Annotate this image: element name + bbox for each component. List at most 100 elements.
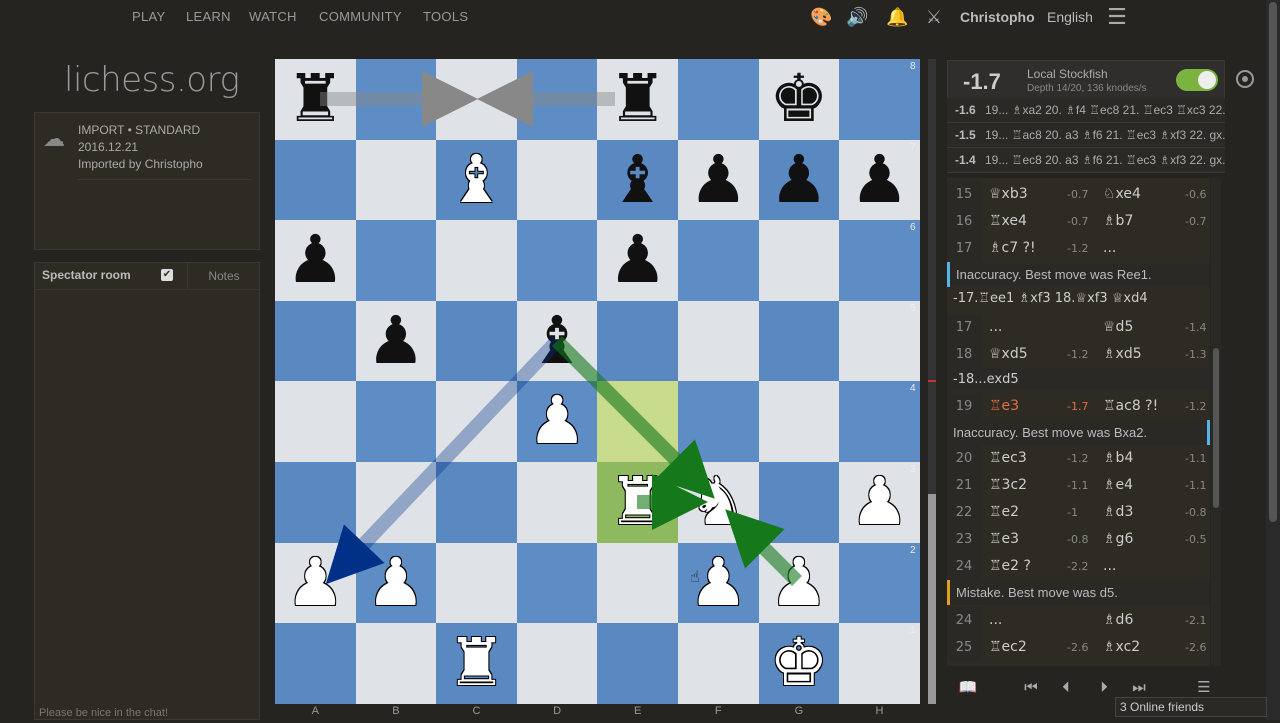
square-a1[interactable] [275, 623, 356, 704]
square-f5[interactable] [678, 300, 759, 382]
square-a5[interactable] [275, 300, 356, 382]
square-e1[interactable] [597, 623, 678, 704]
tab-notes[interactable]: Notes [187, 263, 260, 289]
book-icon[interactable]: 📖 [957, 676, 979, 698]
move-list-scrollbar[interactable] [1211, 178, 1221, 666]
language-selector[interactable]: English [1047, 9, 1093, 25]
black-move[interactable]: ♗g6 [1103, 526, 1133, 553]
square-g5[interactable] [758, 300, 840, 382]
piece-e3[interactable]: ♜ [597, 462, 678, 543]
square-e2[interactable] [597, 542, 678, 624]
square-e5[interactable] [597, 300, 678, 382]
white-move[interactable]: ♖ec3 [989, 445, 1027, 472]
square-h5[interactable] [839, 300, 920, 382]
square-c3[interactable] [436, 462, 517, 543]
black-move[interactable]: ♗d6 [1103, 607, 1133, 634]
black-move[interactable]: ♗b4 [1103, 445, 1133, 472]
black-move[interactable]: ... [1103, 553, 1116, 580]
square-a4[interactable] [275, 381, 356, 462]
square-d6[interactable] [516, 220, 598, 301]
white-move[interactable]: ♕xd5 [989, 341, 1028, 368]
square-f4[interactable] [678, 381, 759, 462]
page-scroll-thumb[interactable] [1269, 2, 1277, 522]
sound-icon[interactable]: 🔊 [846, 8, 868, 28]
square-b1[interactable] [355, 623, 437, 704]
square-g6[interactable] [758, 220, 840, 301]
square-c8[interactable] [436, 59, 517, 140]
square-g3[interactable] [758, 462, 840, 543]
square-d1[interactable] [516, 623, 598, 704]
white-move[interactable]: ♖e3 [989, 526, 1019, 553]
black-move[interactable]: ♕d5 [1103, 314, 1133, 341]
chat-input[interactable]: Please be nice in the chat! [35, 707, 259, 723]
black-move[interactable]: ♘xe4 [1103, 181, 1141, 208]
pv-line[interactable]: -1.5 19... ♖ac8 20. a3 ♗f6 21. ♖ec3 ♗xf3 … [947, 123, 1225, 148]
piece-g8[interactable]: ♚ [759, 59, 840, 140]
square-b3[interactable] [355, 462, 437, 543]
pv-line[interactable]: -1.4 19... ♖ec8 20. a3 ♗f6 21. ♖ec3 ♗xf3 … [947, 148, 1225, 173]
square-a3[interactable] [275, 462, 356, 543]
piece-a2[interactable]: ♟ [275, 543, 356, 624]
piece-h7[interactable]: ♟ [839, 140, 920, 221]
square-h4[interactable] [839, 381, 920, 462]
white-move[interactable]: ♖e2 [989, 499, 1019, 526]
black-move[interactable]: ♗xc2 [1103, 634, 1140, 661]
square-g4[interactable] [758, 381, 840, 462]
piece-a6[interactable]: ♟ [275, 220, 356, 301]
crosshair-icon[interactable] [1236, 70, 1254, 88]
black-move[interactable]: ♗b7 [1103, 208, 1133, 235]
square-f6[interactable] [678, 220, 759, 301]
square-d7[interactable] [516, 139, 598, 221]
white-move[interactable]: ... [989, 607, 1002, 634]
white-move[interactable]: ♗c7 ?! [989, 235, 1036, 262]
square-h2[interactable] [839, 542, 920, 624]
engine-toggle[interactable] [1176, 69, 1218, 91]
piece-f7[interactable]: ♟ [678, 140, 759, 221]
piece-c1[interactable]: ♜ [436, 623, 517, 704]
piece-e7[interactable]: ♝ [597, 140, 678, 221]
square-b4[interactable] [355, 381, 437, 462]
square-b7[interactable] [355, 139, 437, 221]
square-d3[interactable] [516, 462, 598, 543]
white-move[interactable]: ... [989, 314, 1002, 341]
black-move[interactable]: ♗d3 [1103, 499, 1133, 526]
nav-community[interactable]: COMMUNITY [319, 9, 402, 24]
piece-d5[interactable]: ♝ [517, 301, 598, 382]
site-logo[interactable]: lichess.org [64, 60, 240, 100]
square-h8[interactable] [839, 59, 920, 140]
last-move-icon[interactable]: ⏭ [1128, 676, 1150, 698]
piece-a8[interactable]: ♜ [275, 59, 356, 140]
white-move[interactable]: ♕xb3 [989, 181, 1028, 208]
online-friends-button[interactable]: 3 Online friends [1115, 697, 1267, 717]
nav-play[interactable]: PLAY [132, 9, 165, 24]
next-move-icon[interactable]: ⏵ [1093, 676, 1115, 698]
piece-g1[interactable]: ♚ [759, 623, 840, 704]
chat-toggle-checkbox[interactable]: ✔ [161, 269, 173, 281]
square-d8[interactable] [516, 59, 598, 140]
page-scrollbar[interactable] [1266, 0, 1280, 720]
square-h6[interactable] [839, 220, 920, 301]
square-c2[interactable] [436, 542, 517, 624]
black-move[interactable]: ♖ac8 ?! [1103, 393, 1158, 420]
challenge-swords-icon[interactable]: ⚔ [923, 8, 945, 28]
black-move[interactable]: ... [1103, 235, 1116, 262]
square-c5[interactable] [436, 300, 517, 382]
prev-move-icon[interactable]: ⏴ [1055, 676, 1077, 698]
nav-watch[interactable]: WATCH [249, 9, 297, 24]
palette-icon[interactable]: 🎨 [810, 8, 832, 28]
pv-line[interactable]: -1.6 19... ♗xa2 20. ♗f4 ♖ec8 21. ♖ec3 ♖xc… [947, 98, 1225, 123]
square-c6[interactable] [436, 220, 517, 301]
piece-e6[interactable]: ♟ [597, 220, 678, 301]
piece-d4[interactable]: ♟ [517, 381, 598, 462]
square-f1[interactable] [678, 623, 759, 704]
menu-icon[interactable]: ☰ [1193, 676, 1215, 698]
black-move[interactable]: ♗xd5 [1103, 341, 1142, 368]
piece-h3[interactable]: ♟ [839, 462, 920, 543]
square-c4[interactable] [436, 381, 517, 462]
tab-spectator-room[interactable]: Spectator room [42, 268, 131, 282]
piece-e8[interactable]: ♜ [597, 59, 678, 140]
white-move[interactable]: ♖xe4 [989, 208, 1027, 235]
piece-g7[interactable]: ♟ [759, 140, 840, 221]
bell-icon[interactable]: 🔔 [886, 8, 908, 28]
user-menu[interactable]: Christopho [960, 9, 1035, 25]
